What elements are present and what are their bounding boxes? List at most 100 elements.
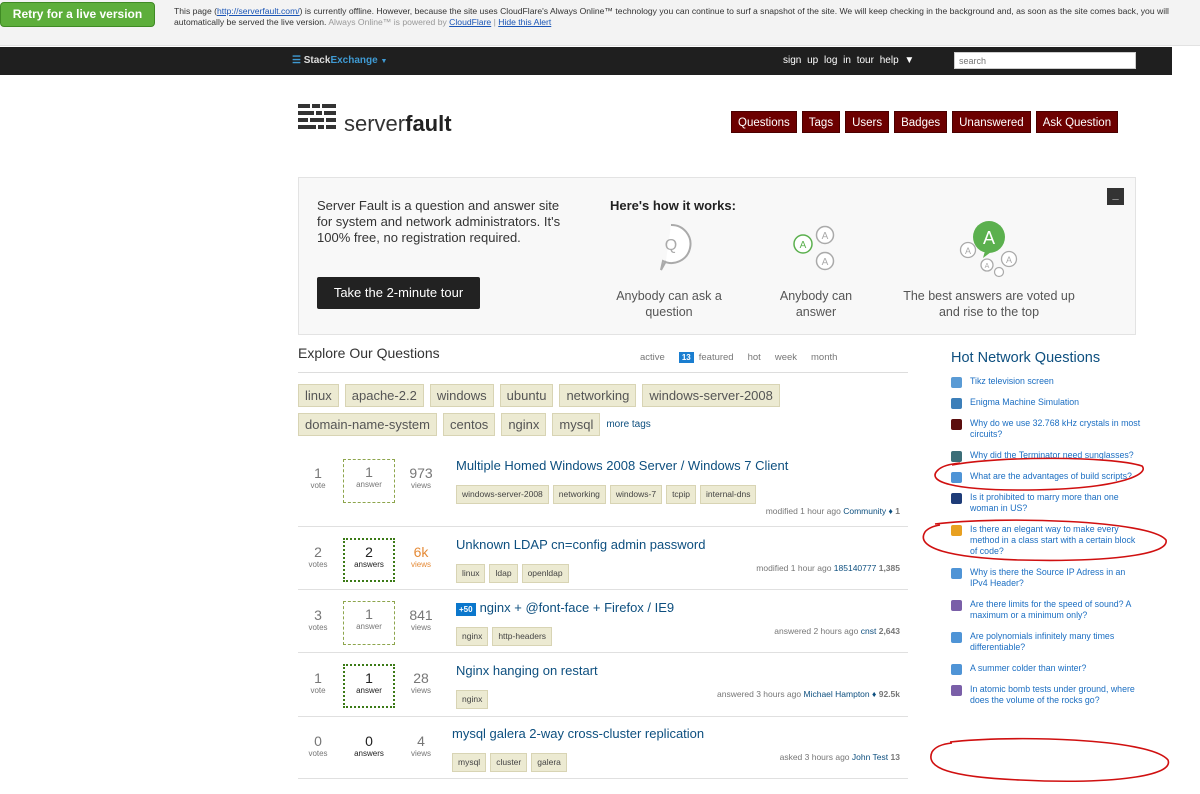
answer-count: 0 answers: [354, 733, 384, 758]
question-tags: nginx: [456, 690, 489, 709]
tag[interactable]: internal-dns: [700, 485, 757, 504]
page-link[interactable]: http://serverfault.com/: [217, 6, 300, 16]
tag[interactable]: http-headers: [492, 627, 553, 646]
tab-month[interactable]: month: [811, 352, 837, 363]
question-title[interactable]: Multiple Homed Windows 2008 Server / Win…: [456, 458, 788, 473]
log-in-link[interactable]: log in: [824, 55, 851, 66]
tag[interactable]: linux: [298, 384, 339, 407]
tab-hot[interactable]: hot: [748, 352, 761, 363]
tag[interactable]: linux: [456, 564, 486, 583]
user-link[interactable]: Community ♦: [843, 506, 893, 516]
svg-text:A: A: [965, 246, 971, 256]
hnq-item[interactable]: Are there limits for the speed of sound?…: [951, 599, 1141, 621]
view-count: 973 views: [409, 465, 433, 490]
hnq-item[interactable]: What are the advantages of build scripts…: [951, 471, 1141, 483]
help-menu[interactable]: help ▼: [880, 55, 915, 66]
tag[interactable]: ubuntu: [499, 384, 554, 407]
hide-alert-link[interactable]: Hide this Alert: [498, 17, 551, 27]
nav-users[interactable]: Users: [845, 111, 890, 133]
cloudflare-link[interactable]: CloudFlare: [449, 17, 491, 27]
tab-week[interactable]: week: [775, 352, 797, 363]
answer-count-accepted: 1 answer: [343, 664, 395, 708]
question-title[interactable]: mysql galera 2-way cross-cluster replica…: [452, 726, 704, 741]
retry-live-version-button[interactable]: Retry for a live version: [0, 2, 155, 27]
hnq-item[interactable]: Why is there the Source IP Adress in an …: [951, 567, 1141, 589]
nav-tags[interactable]: Tags: [801, 111, 841, 133]
tag[interactable]: galera: [531, 753, 567, 772]
user-link[interactable]: cnst: [861, 626, 877, 636]
minimize-button[interactable]: _: [1107, 188, 1124, 205]
hnq-item[interactable]: Why do we use 32.768 kHz crystals in mos…: [951, 418, 1141, 440]
svg-text:A: A: [1006, 255, 1012, 265]
worldbuilding-icon: [951, 664, 962, 675]
tag[interactable]: centos: [443, 413, 496, 436]
question-tags: windows-server-2008 networking windows-7…: [456, 485, 757, 504]
electronics-icon: [951, 419, 962, 430]
hnq-item[interactable]: A summer colder than winter?: [951, 663, 1141, 675]
tag[interactable]: domain-name-system: [298, 413, 437, 436]
answer-count-accepted: 2 answers: [343, 538, 395, 582]
nav-questions[interactable]: Questions: [731, 111, 797, 133]
step-vote: The best answers are voted up and rise t…: [903, 289, 1075, 319]
networking-icon: [951, 568, 962, 579]
serverfault-logo-icon: [298, 104, 336, 129]
tag[interactable]: tcpip: [666, 485, 697, 504]
hnq-item[interactable]: Is it prohibited to marry more than one …: [951, 492, 1141, 514]
hnq-item[interactable]: Tikz television screen: [951, 376, 1141, 388]
sign-up-link[interactable]: sign up: [783, 55, 818, 66]
hnq-item-title: A summer colder than winter?: [970, 663, 1087, 673]
tag[interactable]: windows-server-2008: [642, 384, 780, 407]
question-title[interactable]: +50 nginx + @font-face + Firefox / IE9: [456, 600, 674, 616]
tab-featured[interactable]: 13 featured: [678, 352, 734, 363]
nav-badges[interactable]: Badges: [894, 111, 948, 133]
user-link[interactable]: Michael Hampton ♦: [804, 689, 877, 699]
step-ask: Anybody can ask a question: [616, 289, 722, 319]
hnq-item-title: Are there limits for the speed of sound?…: [970, 599, 1131, 620]
question-title[interactable]: Unknown LDAP cn=config admin password: [456, 537, 705, 552]
question-meta: modified 1 hour ago Community ♦ 1: [765, 506, 900, 516]
explore-title: Explore Our Questions: [298, 345, 440, 361]
hnq-title: Hot Network Questions: [951, 350, 1101, 366]
question-title[interactable]: Nginx hanging on restart: [456, 663, 598, 678]
tag[interactable]: networking: [559, 384, 637, 407]
tour-link[interactable]: tour: [857, 55, 874, 66]
stackexchange-menu[interactable]: ☰ StackExchange ▼: [292, 55, 387, 66]
tag[interactable]: nginx: [456, 690, 489, 709]
tag[interactable]: nginx: [501, 413, 547, 436]
tag[interactable]: openldap: [521, 564, 569, 583]
user-link[interactable]: John Test: [852, 752, 888, 762]
stackexchange-logo-icon: ☰: [292, 55, 301, 66]
tag[interactable]: nginx: [456, 627, 489, 646]
hnq-item-title: Is it prohibited to marry more than one …: [970, 492, 1119, 513]
tag[interactable]: cluster: [490, 753, 528, 772]
tag[interactable]: networking: [552, 485, 606, 504]
nav-unanswered[interactable]: Unanswered: [952, 111, 1031, 133]
hnq-item[interactable]: Enigma Machine Simulation: [951, 397, 1141, 409]
hnq-item-title: Are polynomials infinitely many times di…: [970, 631, 1115, 652]
codegolf-icon: [951, 398, 962, 409]
tag[interactable]: windows-server-2008: [456, 485, 549, 504]
tag[interactable]: apache-2.2: [344, 384, 424, 407]
take-tour-button[interactable]: Take the 2-minute tour: [317, 277, 480, 309]
tag[interactable]: windows-7: [609, 485, 663, 504]
svg-text:Q: Q: [665, 237, 677, 254]
nav-ask-question[interactable]: Ask Question: [1035, 111, 1119, 133]
tag[interactable]: mysql: [552, 413, 601, 436]
hnq-item[interactable]: In atomic bomb tests under ground, where…: [951, 684, 1141, 706]
tab-active[interactable]: active: [640, 352, 665, 363]
search-input[interactable]: [954, 52, 1136, 69]
more-tags-link[interactable]: more tags: [606, 419, 650, 430]
user-link[interactable]: 185140777: [834, 563, 877, 573]
tag[interactable]: windows: [429, 384, 494, 407]
hnq-item[interactable]: Is there an elegant way to make every me…: [951, 524, 1141, 557]
tag[interactable]: ldap: [489, 564, 518, 583]
alert-message: This page (http://serverfault.com/) is c…: [174, 6, 1169, 27]
hnq-list: Tikz television screen Enigma Machine Sim…: [951, 376, 1141, 706]
tag[interactable]: mysql: [452, 753, 487, 772]
hnq-item[interactable]: Are polynomials infinitely many times di…: [951, 631, 1141, 653]
view-count: 6k views: [410, 544, 431, 569]
svg-text:A: A: [985, 263, 990, 270]
svg-text:A: A: [822, 231, 829, 242]
hnq-item[interactable]: Why did the Terminator need sunglasses?: [951, 450, 1141, 462]
cloudflare-alert-bar: Retry for a live version This page (http…: [0, 0, 1200, 46]
